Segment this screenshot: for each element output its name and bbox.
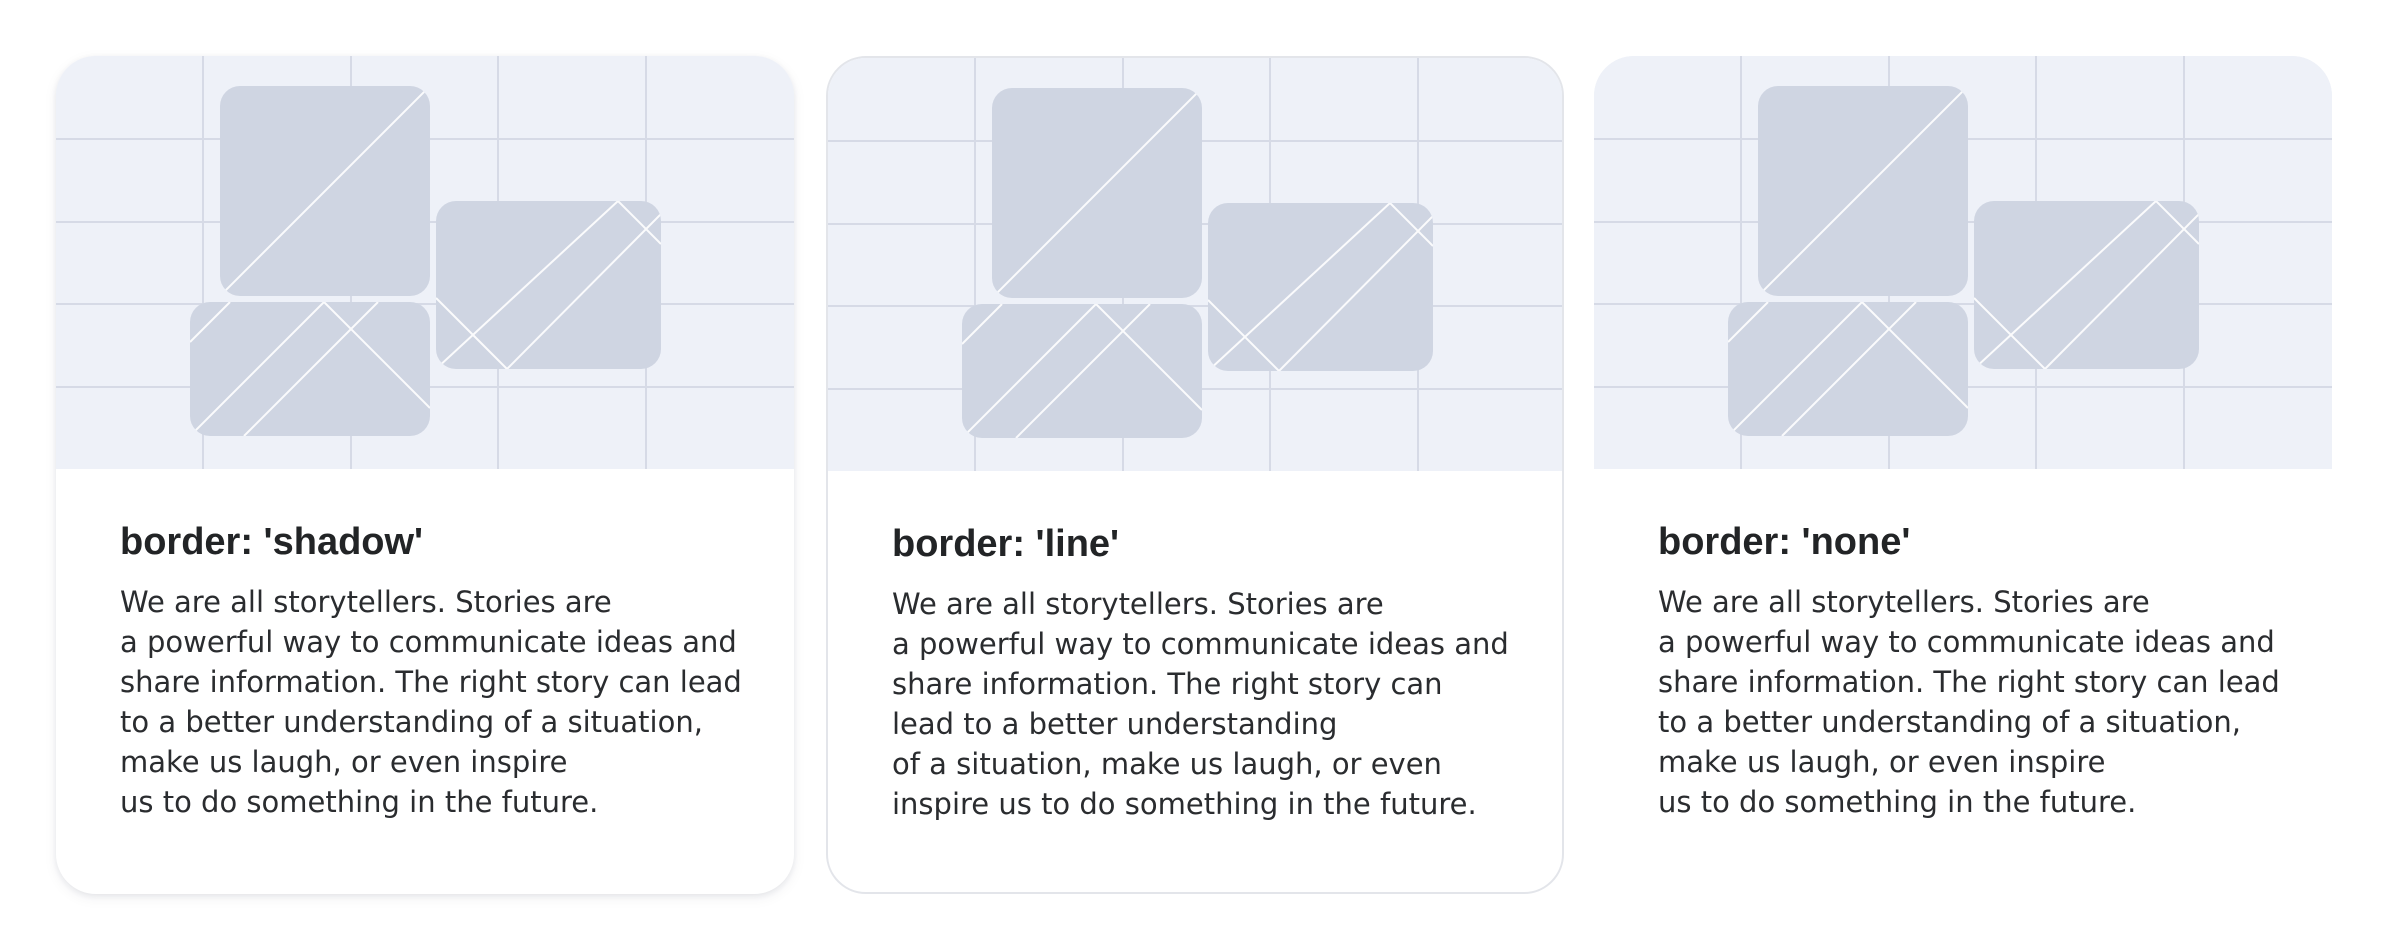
description-line: us to do something in the future.: [120, 785, 599, 819]
image-placeholder-icon: [828, 58, 1562, 471]
description-line: We are all storytellers. Stories are: [1658, 585, 2150, 619]
card-shadow-border: border: 'shadow' We are all storytellers…: [56, 56, 794, 894]
card-description: We are all storytellers. Stories are a p…: [892, 584, 1532, 824]
description-line: of a situation, make us laugh, or even: [892, 747, 1442, 781]
description-line: a powerful way to communicate ideas and: [120, 625, 737, 659]
description-line: inspire us to do something in the future…: [892, 787, 1477, 821]
description-line: to a better understanding of a situation…: [120, 705, 703, 739]
description-line: make us laugh, or even inspire: [120, 745, 568, 779]
description-line: us to do something in the future.: [1658, 785, 2137, 819]
image-placeholder-icon: [56, 56, 794, 469]
description-line: We are all storytellers. Stories are: [120, 585, 612, 619]
card-body: border: 'shadow' We are all storytellers…: [120, 516, 760, 822]
card-body: border: 'line' We are all storytellers. …: [892, 518, 1532, 824]
image-placeholder-icon: [1594, 56, 2332, 469]
description-line: share information. The right story can l…: [120, 665, 742, 699]
card-description: We are all storytellers. Stories are a p…: [120, 582, 760, 822]
description-line: to a better understanding of a situation…: [1658, 705, 2241, 739]
description-line: a powerful way to communicate ideas and: [892, 627, 1509, 661]
card-title: border: 'shadow': [120, 521, 424, 563]
card-body: border: 'none' We are all storytellers. …: [1658, 516, 2298, 822]
card-media: [828, 58, 1562, 471]
card-line-border: border: 'line' We are all storytellers. …: [826, 56, 1564, 894]
description-line: share information. The right story can: [892, 667, 1443, 701]
card-title: border: 'none': [1658, 521, 1911, 563]
description-line: make us laugh, or even inspire: [1658, 745, 2106, 779]
description-line: We are all storytellers. Stories are: [892, 587, 1384, 621]
description-line: share information. The right story can l…: [1658, 665, 2280, 699]
card-description: We are all storytellers. Stories are a p…: [1658, 582, 2298, 822]
description-line: lead to a better understanding: [892, 707, 1338, 741]
card-media: [56, 56, 794, 469]
card-media: [1594, 56, 2332, 469]
description-line: a powerful way to communicate ideas and: [1658, 625, 2275, 659]
card-no-border: border: 'none' We are all storytellers. …: [1594, 56, 2332, 894]
card-title: border: 'line': [892, 523, 1120, 565]
